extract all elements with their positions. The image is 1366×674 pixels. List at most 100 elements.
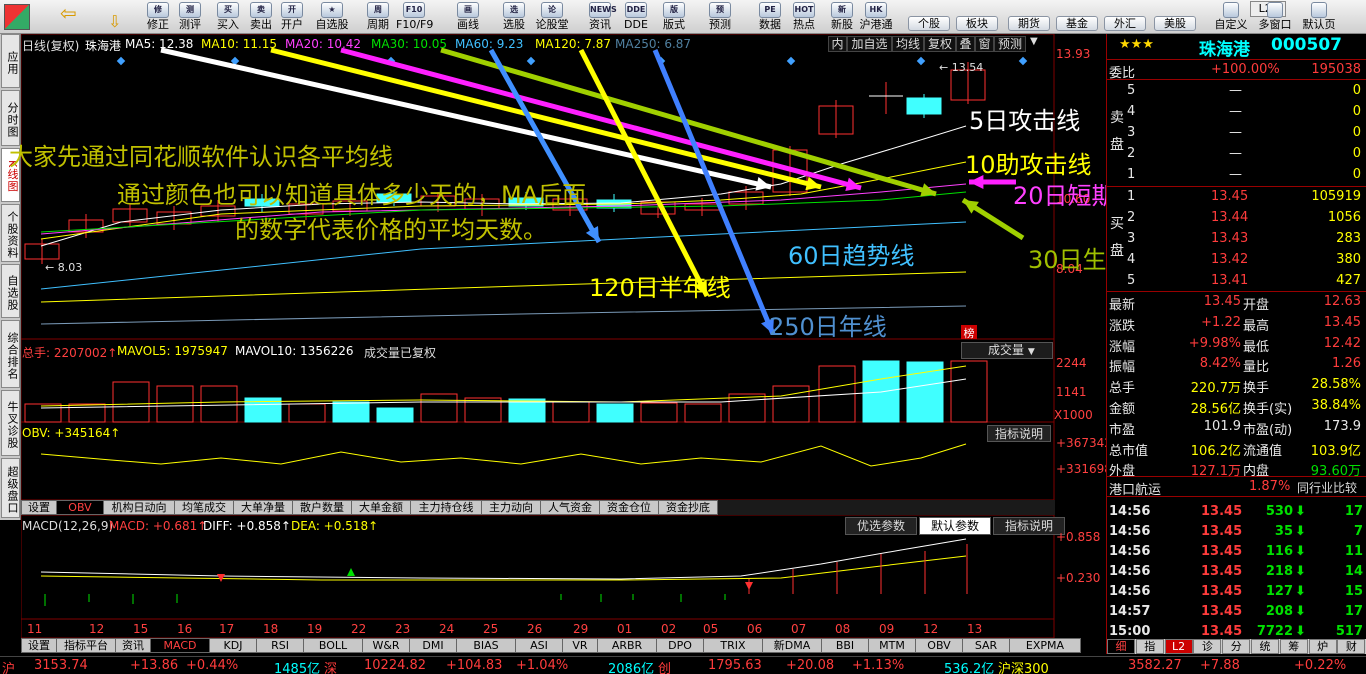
bottom_tabs-6[interactable]: BOLL [303, 638, 363, 653]
bottom_tabs-15[interactable]: 新DMA [762, 638, 822, 653]
period-label[interactable]: 日线(复权) [22, 37, 79, 54]
mid_tabs-0[interactable]: 设置 [21, 500, 57, 515]
ask-row[interactable]: 4 — 0 [1107, 102, 1366, 123]
rank-badge[interactable]: 榜 [961, 325, 977, 340]
chart-tool-4[interactable]: 叠 [956, 36, 975, 52]
bottom_tabs-14[interactable]: TRIX [703, 638, 763, 653]
ask-row[interactable]: 3 — 0 [1107, 123, 1366, 144]
toolbar-button-16[interactable]: HOT 热点 [786, 0, 822, 34]
bottom_tabs-2[interactable]: 资讯 [115, 638, 151, 653]
bid-row[interactable]: 5 13.41 427 [1107, 271, 1366, 292]
mid_tabs-7[interactable]: 主力持仓线 [410, 500, 482, 515]
toolbar-button-18[interactable]: HK 沪港通 [858, 0, 894, 34]
bottom_tabs-13[interactable]: DPO [656, 638, 704, 653]
back-arrow-icon[interactable]: ⇦ [60, 3, 90, 23]
quote-tab-2[interactable]: L2 [1164, 639, 1193, 654]
quote-tab-0[interactable]: 细 [1107, 639, 1135, 654]
bid-row[interactable]: 2 13.44 1056 [1107, 208, 1366, 229]
app-logo-icon[interactable] [4, 4, 30, 30]
market-button-5[interactable]: 美股 [1154, 16, 1196, 31]
bottom_tabs-10[interactable]: ASI [515, 638, 563, 653]
left-tab-6[interactable]: 牛叉诊股 [1, 390, 20, 456]
right-tool-button-2[interactable]: 默认页 [1298, 0, 1340, 34]
toolbar-button-10[interactable]: 论论股堂 [534, 0, 570, 34]
bottom_tabs-17[interactable]: MTM [868, 638, 916, 653]
toolbar-button-11[interactable]: NEWS 资讯 [582, 0, 618, 34]
bottom_tabs-1[interactable]: 指标平台 [56, 638, 116, 653]
mid_tabs-5[interactable]: 散户数量 [292, 500, 352, 515]
toolbar-button-8[interactable]: 画画线 [450, 0, 486, 34]
market-button-1[interactable]: 板块 [956, 16, 998, 31]
mid_tabs-11[interactable]: 资金抄底 [658, 500, 718, 515]
market-button-0[interactable]: 个股 [908, 16, 950, 31]
bid-row[interactable]: 3 13.43 283 [1107, 229, 1366, 250]
quote-tab-6[interactable]: 筹 [1279, 639, 1308, 654]
bottom_tabs-0[interactable]: 设置 [21, 638, 57, 653]
industry-row[interactable]: 港口航运 1.87% 同行业比较 [1107, 476, 1366, 498]
chart-tool-3[interactable]: 复权 [924, 36, 956, 52]
toolbar-button-13[interactable]: 版版式 [656, 0, 692, 34]
quote-tab-1[interactable]: 指 [1135, 639, 1164, 654]
bottom_tabs-3[interactable]: MACD [150, 638, 210, 653]
bottom_tabs-11[interactable]: VR [562, 638, 598, 653]
mid_tabs-1[interactable]: OBV [56, 500, 104, 515]
bottom_tabs-16[interactable]: BBI [821, 638, 869, 653]
left-tab-3[interactable]: 个股资料 [1, 204, 20, 262]
obv-help-button[interactable]: 指标说明 [987, 425, 1051, 442]
bottom_tabs-4[interactable]: KDJ [209, 638, 257, 653]
chart-tool-0[interactable]: 内 [828, 36, 847, 52]
bottom_tabs-7[interactable]: W&R [362, 638, 410, 653]
chart-tool-5[interactable]: 窗 [975, 36, 994, 52]
toolbar-button-5[interactable]: ★ 自选股 [314, 0, 350, 34]
toolbar-button-0[interactable]: 修修正 [140, 0, 176, 34]
mid_tabs-2[interactable]: 机构日动向 [103, 500, 175, 515]
toolbar-button-7[interactable]: F10 F10/F9 [396, 0, 433, 34]
toolbar-button-6[interactable]: 周周期 [360, 0, 396, 34]
right-tool-button-0[interactable]: 自定义 [1210, 0, 1252, 34]
bid-row[interactable]: 1 13.45 105919 [1107, 187, 1366, 208]
left-tab-7[interactable]: 超级盘口 [1, 458, 20, 518]
toolbar-button-12[interactable]: DDE DDE [618, 0, 654, 34]
market-button-2[interactable]: 期货 [1008, 16, 1050, 31]
right-tool-button-1[interactable]: 多窗口 [1254, 0, 1296, 34]
ask-row[interactable]: 5 — 0 [1107, 81, 1366, 102]
left-tab-4[interactable]: 自选股 [1, 264, 20, 318]
bottom_tabs-20[interactable]: EXPMA [1009, 638, 1081, 653]
toolbar-button-15[interactable]: PE 数据 [752, 0, 788, 34]
bottom_tabs-19[interactable]: SAR [962, 638, 1010, 653]
quote-tab-7[interactable]: 炉 [1308, 639, 1337, 654]
bottom_tabs-5[interactable]: RSI [256, 638, 304, 653]
chart-tool-1[interactable]: 加自选 [847, 36, 892, 52]
macd-param-button-2[interactable]: 指标说明 [993, 517, 1065, 535]
bottom_tabs-9[interactable]: BIAS [456, 638, 516, 653]
mid_tabs-6[interactable]: 大单金额 [351, 500, 411, 515]
macd-param-button-0[interactable]: 优选参数 [845, 517, 917, 535]
ask-row[interactable]: 1 — 0 [1107, 165, 1366, 186]
volume-indicator-select[interactable]: 成交量 ▼ [961, 342, 1053, 359]
mid_tabs-8[interactable]: 主力动向 [481, 500, 541, 515]
quote-tab-4[interactable]: 分 [1222, 639, 1251, 654]
chart-tools-menu-icon[interactable]: ▼ [1030, 36, 1038, 47]
bottom_tabs-18[interactable]: OBV [915, 638, 963, 653]
toolbar-button-4[interactable]: 开开户 [274, 0, 310, 34]
down-arrow-icon[interactable]: ⇩ [108, 12, 128, 32]
left-tab-0[interactable]: 应用 [1, 34, 20, 88]
industry-compare-button[interactable]: 同行业比较 [1297, 479, 1357, 496]
market-button-3[interactable]: 基金 [1056, 16, 1098, 31]
mid_tabs-3[interactable]: 均笔成交 [174, 500, 234, 515]
macd-param-button-1[interactable]: 默认参数 [919, 517, 991, 535]
mid_tabs-10[interactable]: 资金仓位 [599, 500, 659, 515]
toolbar-button-9[interactable]: 选选股 [496, 0, 532, 34]
quote-tab-5[interactable]: 统 [1251, 639, 1279, 654]
market-button-4[interactable]: 外汇 [1104, 16, 1146, 31]
toolbar-button-1[interactable]: 测测评 [172, 0, 208, 34]
bottom_tabs-8[interactable]: DMI [409, 638, 457, 653]
toolbar-button-14[interactable]: 预预测 [702, 0, 738, 34]
toolbar-button-2[interactable]: 买买入 [210, 0, 246, 34]
chart-tool-2[interactable]: 均线 [892, 36, 924, 52]
left-tab-5[interactable]: 综合排名 [1, 320, 20, 388]
quote-tab-8[interactable]: 财 [1337, 639, 1366, 654]
ask-row[interactable]: 2 — 0 [1107, 144, 1366, 165]
mid_tabs-9[interactable]: 人气资金 [540, 500, 600, 515]
chart-tool-6[interactable]: 预测 [994, 36, 1026, 52]
